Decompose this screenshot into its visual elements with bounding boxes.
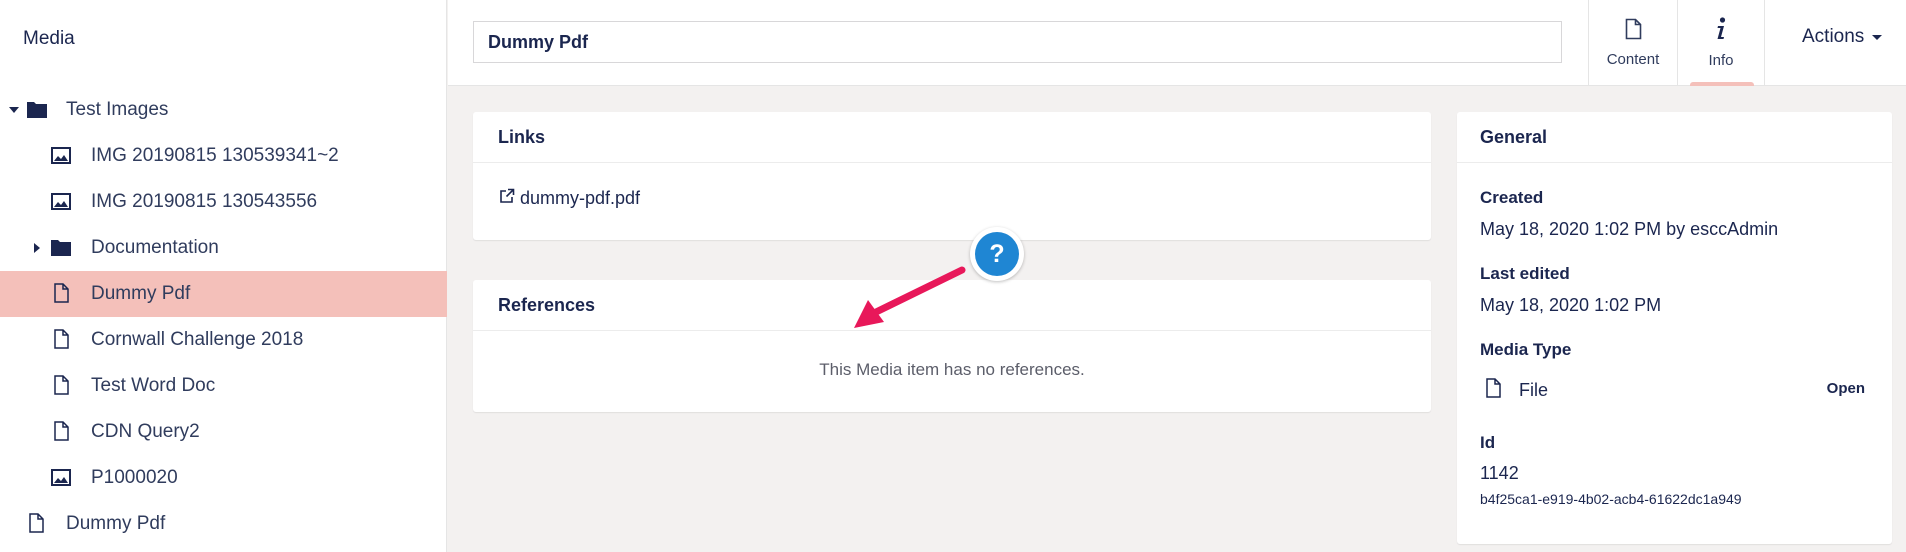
actions-label: Actions [1802,26,1865,47]
active-tab-indicator [1690,82,1754,86]
tree-item-label: IMG 20190815 130543556 [91,191,318,212]
file-link-label: dummy-pdf.pdf [520,188,641,208]
tree-item-label: Dummy Pdf [66,513,166,534]
media-type-row: File [1486,378,1548,403]
external-link-icon [499,188,520,209]
media-name-input[interactable] [473,21,1562,63]
tree-item-label: P1000020 [91,467,178,488]
general-panel: General Created May 18, 2020 1:02 PM by … [1457,112,1892,544]
last-edited-value: May 18, 2020 1:02 PM [1480,295,1662,315]
media-tree-sidebar: Media Test Images IMG 20190815 130539341… [0,0,447,552]
tree-item-documentation[interactable]: Documentation [0,225,447,271]
annotation-arrow [854,266,966,328]
created-label: Created [1480,188,1544,207]
links-panel-title: Links [473,112,1431,163]
tree-item-cdn-query2[interactable]: CDN Query2 [0,409,447,455]
tree-item-dummy-pdf-selected[interactable]: Dummy Pdf [0,271,447,317]
tree-item-test-images[interactable]: Test Images [0,87,447,133]
tree-item-img-130539341[interactable]: IMG 20190815 130539341~2 [0,133,447,179]
info-icon [1715,17,1727,46]
editor-header: Content Info Actions [448,0,1906,86]
tab-content[interactable]: Content [1588,0,1677,86]
tree-item-label: Test Word Doc [91,375,216,396]
document-icon [1625,18,1642,45]
folder-icon [26,99,48,119]
tree-item-cornwall-challenge[interactable]: Cornwall Challenge 2018 [0,317,447,363]
links-panel: Links dummy-pdf.pdf [473,112,1431,240]
tab-info[interactable]: Info [1677,0,1765,86]
tree-item-img-130543556[interactable]: IMG 20190815 130543556 [0,179,447,225]
created-value: May 18, 2020 1:02 PM by esccAdmin [1480,219,1779,239]
caret-right-icon[interactable] [34,243,40,253]
image-icon [51,147,71,164]
file-icon [54,375,69,395]
media-type-value: File [1519,380,1549,400]
id-value: 1142 [1480,463,1519,483]
tree-item-p1000020[interactable]: P1000020 [0,455,447,501]
actions-button[interactable]: Actions [1802,26,1883,48]
tree-item-test-word-doc[interactable]: Test Word Doc [0,363,447,409]
tree-item-dummy-pdf-root[interactable]: Dummy Pdf [0,501,447,547]
help-badge: ? [970,227,1024,281]
last-edited-label: Last edited [1480,264,1570,283]
file-icon [54,329,69,349]
question-icon: ? [975,232,1019,276]
general-panel-title: General [1457,112,1892,163]
id-label: Id [1480,433,1496,452]
tab-info-label: Info [1708,52,1734,69]
image-icon [51,469,71,486]
file-icon [54,421,69,441]
tree-item-label: Documentation [91,237,219,258]
guid-value: b4f25ca1-e919-4b02-acb4-61622dc1a949 [1480,491,1742,507]
sidebar-title[interactable]: Media [23,28,75,50]
tab-content-label: Content [1606,51,1660,68]
tree-item-label: Cornwall Challenge 2018 [91,329,304,350]
tree-item-label: IMG 20190815 130539341~2 [91,145,339,166]
media-type-label: Media Type [1480,340,1572,359]
file-icon [54,283,69,303]
folder-icon [50,237,72,257]
image-icon [51,193,71,210]
tree-item-label: Dummy Pdf [91,283,191,304]
media-tree: Test Images IMG 20190815 130539341~2 IMG… [0,87,447,547]
caret-down-icon[interactable] [9,107,19,113]
tree-item-label: Test Images [66,99,169,120]
file-link[interactable]: dummy-pdf.pdf [499,188,640,209]
open-media-type-link[interactable]: Open [1827,380,1865,397]
file-icon [1486,378,1501,403]
chevron-down-icon [1872,34,1883,40]
file-icon [29,513,44,533]
no-references-message: This Media item has no references. [819,360,1085,379]
tree-item-label: CDN Query2 [91,421,200,442]
